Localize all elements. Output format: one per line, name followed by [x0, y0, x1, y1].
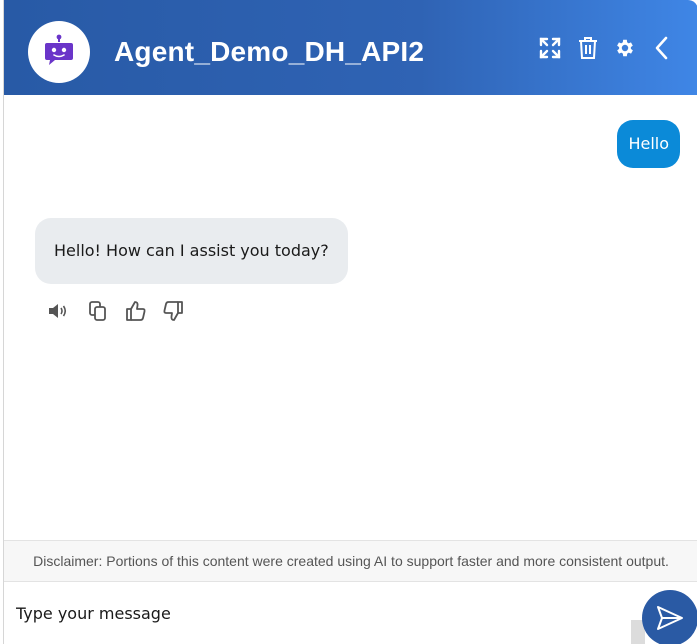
send-button[interactable] — [642, 590, 697, 644]
expand-button[interactable] — [537, 35, 563, 61]
collapse-button[interactable] — [649, 35, 675, 61]
chat-window: Agent_Demo_DH_API2 Hello Hello! How can … — [3, 0, 697, 644]
expand-icon — [539, 37, 561, 59]
ai-disclaimer: Disclaimer: Portions of this content wer… — [4, 540, 697, 582]
read-aloud-button[interactable] — [46, 299, 70, 323]
agent-avatar — [28, 21, 90, 83]
copy-icon — [89, 301, 106, 321]
agent-title: Agent_Demo_DH_API2 — [114, 36, 425, 67]
bot-message-bubble: Hello! How can I assist you today? — [35, 218, 348, 284]
chat-header: Agent_Demo_DH_API2 — [4, 0, 697, 95]
clear-chat-button[interactable] — [575, 35, 601, 61]
composer — [4, 582, 697, 644]
thumbs-up-icon — [126, 301, 146, 321]
message-list: Hello Hello! How can I assist you today? — [4, 95, 697, 540]
chevron-left-icon — [655, 36, 668, 60]
send-icon — [657, 606, 683, 630]
message-input[interactable] — [4, 582, 624, 644]
robot-icon — [45, 34, 73, 65]
trash-icon — [579, 37, 597, 59]
settings-button[interactable] — [612, 35, 638, 61]
thumbs-down-button[interactable] — [161, 299, 185, 323]
speaker-icon — [49, 304, 67, 318]
thumbs-down-icon — [163, 301, 183, 321]
user-message-bubble: Hello — [617, 120, 680, 168]
copy-button[interactable] — [86, 299, 110, 323]
thumbs-up-button[interactable] — [124, 299, 148, 323]
gear-icon — [617, 39, 633, 57]
